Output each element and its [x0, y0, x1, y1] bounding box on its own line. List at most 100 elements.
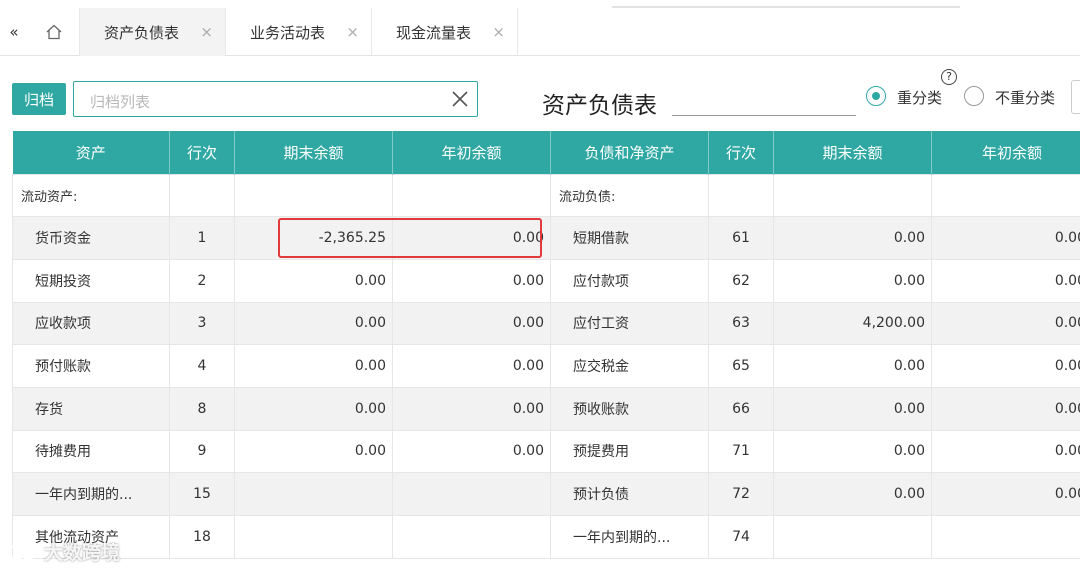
column-header[interactable]: 负债和净资产	[550, 131, 709, 174]
asset-item: 存货	[12, 386, 170, 431]
column-header[interactable]: 行次	[169, 131, 235, 174]
highlight-annotation	[278, 218, 542, 258]
begin-balance-cell[interactable]: 0.00	[392, 301, 551, 346]
end-balance-cell[interactable]	[234, 472, 393, 516]
line-no: 9	[169, 429, 235, 474]
begin-balance-cell[interactable]: 0.00	[931, 258, 1080, 303]
begin-balance-cell[interactable]: 0.00	[931, 301, 1080, 346]
section-label: 流动负债:	[550, 173, 709, 218]
column-header[interactable]: 期末余额	[234, 131, 393, 174]
begin-balance-cell[interactable]	[392, 173, 551, 218]
line-no: 8	[169, 386, 235, 431]
begin-balance-cell[interactable]: 0.00	[931, 344, 1080, 388]
column-header[interactable]: 年初余额	[392, 131, 551, 174]
end-balance-cell[interactable]: 4,200.00	[773, 301, 932, 346]
begin-balance-cell[interactable]: 0.00	[392, 429, 551, 474]
begin-balance-cell[interactable]	[392, 472, 551, 516]
line-no: 3	[169, 301, 235, 346]
begin-balance-cell[interactable]: 0.00	[931, 429, 1080, 474]
collapse-tabs-icon[interactable]: «	[0, 8, 28, 56]
begin-balance-cell[interactable]: 0.00	[931, 472, 1080, 516]
asset-item: 货币资金	[12, 216, 170, 260]
end-balance-cell[interactable]	[773, 173, 932, 218]
end-balance-cell[interactable]: 0.00	[773, 216, 932, 260]
clear-icon[interactable]	[449, 86, 471, 112]
end-balance-cell[interactable]: 0.00	[773, 429, 932, 474]
home-tab[interactable]	[28, 8, 80, 56]
end-balance-cell[interactable]: 0.00	[234, 301, 393, 346]
line-no: 18	[169, 515, 235, 559]
toolbar-button-partial[interactable]	[1071, 80, 1080, 114]
tab-label: 业务活动表	[249, 23, 325, 42]
reclassify-label[interactable]: 重分类	[897, 87, 942, 108]
no-reclassify-radio[interactable]	[964, 86, 984, 106]
liability-item: 应付工资	[550, 301, 709, 346]
end-balance-cell[interactable]: 0.00	[773, 472, 932, 516]
line-no: 74	[708, 515, 774, 559]
archive-placeholder: 归档列表	[90, 93, 151, 111]
end-balance-cell[interactable]: 0.00	[773, 386, 932, 431]
tab-cash-flow[interactable]: 现金流量表 ×	[372, 8, 518, 56]
column-header[interactable]: 行次	[708, 131, 774, 174]
table-row: 应收款项 3 0.00 0.00 应付工资 63 4,200.00 0.00	[12, 301, 1080, 346]
line-no: 4	[169, 344, 235, 388]
table-row: 短期投资 2 0.00 0.00 应付款项 62 0.00 0.00	[12, 258, 1080, 303]
tab-balance-sheet[interactable]: 资产负债表 ×	[80, 8, 226, 56]
close-icon[interactable]: ×	[346, 23, 359, 41]
liability-item: 应交税金	[550, 344, 709, 388]
liability-item: 预收账款	[550, 386, 709, 431]
archive-list-input[interactable]: 归档列表	[73, 81, 478, 117]
end-balance-cell[interactable]	[773, 515, 932, 559]
tab-label: 资产负债表	[103, 23, 179, 42]
table-row: 待摊费用 9 0.00 0.00 预提费用 71 0.00 0.00	[12, 429, 1080, 474]
line-no: 1	[169, 216, 235, 260]
begin-balance-cell[interactable]: 0.00	[931, 216, 1080, 260]
column-header[interactable]: 期末余额	[773, 131, 932, 174]
line-no	[169, 173, 235, 218]
page-title: 资产负债表	[542, 93, 657, 119]
column-header[interactable]: 资产	[12, 131, 170, 174]
table-row: 其他流动资产 18 一年内到期的... 74	[12, 515, 1080, 559]
line-no: 61	[708, 216, 774, 260]
end-balance-cell[interactable]: 0.00	[234, 258, 393, 303]
begin-balance-cell[interactable]: 0.00	[392, 344, 551, 388]
archive-button[interactable]: 归档	[12, 83, 66, 115]
line-no: 62	[708, 258, 774, 303]
end-balance-cell[interactable]: 0.00	[234, 429, 393, 474]
begin-balance-cell[interactable]: 0.00	[392, 258, 551, 303]
table-row: 货币资金 1 -2,365.25 0.00 短期借款 61 0.00 0.00	[12, 216, 1080, 260]
line-no: 72	[708, 472, 774, 516]
end-balance-cell[interactable]: 0.00	[234, 386, 393, 431]
column-header[interactable]: 年初余额	[931, 131, 1080, 174]
table-row: 一年内到期的... 15 预计负债 72 0.00 0.00	[12, 472, 1080, 516]
line-no: 15	[169, 472, 235, 516]
watermark-logo-icon	[9, 543, 36, 560]
liability-item: 预计负债	[550, 472, 709, 516]
no-reclassify-label[interactable]: 不重分类	[995, 87, 1055, 108]
table-row: 存货 8 0.00 0.00 预收账款 66 0.00 0.00	[12, 386, 1080, 431]
liability-item: 应付款项	[550, 258, 709, 303]
line-no: 71	[708, 429, 774, 474]
asset-item: 预付账款	[12, 344, 170, 388]
end-balance-cell[interactable]: 0.00	[234, 344, 393, 388]
table-row: 流动资产: 流动负债:	[12, 173, 1080, 218]
begin-balance-cell[interactable]: 0.00	[931, 386, 1080, 431]
begin-balance-cell[interactable]	[931, 515, 1080, 559]
help-icon[interactable]: ?	[941, 69, 957, 85]
end-balance-cell[interactable]	[234, 173, 393, 218]
watermark-text: 大数跨境	[44, 542, 121, 564]
balance-sheet-table: 资产 行次 期末余额 年初余额 负债和净资产 行次 期末余额 年初余额 流动资产…	[12, 131, 1080, 559]
line-no	[708, 173, 774, 218]
end-balance-cell[interactable]: 0.00	[773, 258, 932, 303]
line-no: 66	[708, 386, 774, 431]
end-balance-cell[interactable]: 0.00	[773, 344, 932, 388]
begin-balance-cell[interactable]	[392, 515, 551, 559]
watermark: 大数跨境	[8, 538, 120, 565]
tab-activity-statement[interactable]: 业务活动表 ×	[226, 8, 372, 56]
reclassify-radio[interactable]	[866, 86, 886, 106]
begin-balance-cell[interactable]: 0.00	[392, 386, 551, 431]
close-icon[interactable]: ×	[200, 23, 213, 41]
end-balance-cell[interactable]	[234, 515, 393, 559]
close-icon[interactable]: ×	[492, 23, 505, 41]
begin-balance-cell[interactable]	[931, 173, 1080, 218]
